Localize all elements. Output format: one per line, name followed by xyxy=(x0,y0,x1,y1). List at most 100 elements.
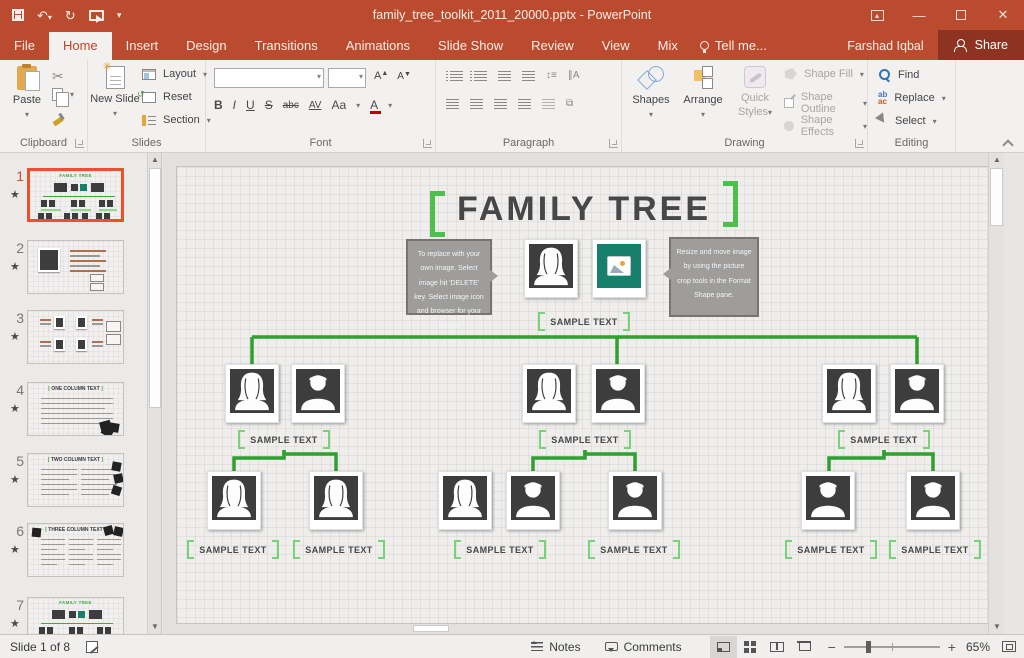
increase-indent-icon[interactable] xyxy=(522,71,535,81)
format-painter-icon[interactable] xyxy=(52,112,65,125)
thumbnail-slide-2[interactable] xyxy=(27,240,124,294)
justify-icon[interactable] xyxy=(518,99,531,109)
photo-man[interactable] xyxy=(906,471,960,530)
reset-button[interactable]: Reset xyxy=(142,91,192,103)
align-center-icon[interactable] xyxy=(470,99,483,109)
photo-man[interactable] xyxy=(890,364,944,423)
tab-insert[interactable]: Insert xyxy=(112,32,173,60)
slide-editing-area[interactable]: FAMILY TREE To replace with your own ima… xyxy=(176,166,992,624)
font-color-button[interactable]: A xyxy=(370,98,378,112)
sample-text-label[interactable]: SAMPLE TEXT xyxy=(187,539,279,560)
align-right-icon[interactable] xyxy=(494,99,507,109)
cut-icon[interactable]: ✂ xyxy=(52,68,64,85)
change-case-button[interactable]: Aa xyxy=(331,98,346,112)
thumbnail-slide-6[interactable]: [ THREE COLUMN TEXT ] xyxy=(27,523,124,577)
slide-sorter-view-button[interactable] xyxy=(737,636,764,658)
fit-slide-to-window-icon[interactable] xyxy=(1002,641,1016,652)
sample-text-label[interactable]: SAMPLE TEXT xyxy=(238,429,330,450)
callout-replace-image[interactable]: To replace with your own image. Select i… xyxy=(406,239,492,315)
horizontal-scrollbar-thumb[interactable] xyxy=(413,625,449,632)
convert-smartart-icon[interactable]: ⧉ xyxy=(566,98,573,109)
save-icon[interactable] xyxy=(12,9,24,21)
zoom-out-button[interactable]: − xyxy=(828,640,836,654)
shape-fill-button[interactable]: Shape Fill▾ xyxy=(784,68,864,80)
thumbnail-slide-5[interactable]: [ TWO COLUMN TEXT ] xyxy=(27,453,124,507)
zoom-level[interactable]: 65% xyxy=(966,640,990,654)
shape-outline-button[interactable]: Shape Outline▾ xyxy=(784,91,867,115)
numbering-icon[interactable] xyxy=(474,71,487,81)
font-size-combo[interactable] xyxy=(328,68,366,88)
sample-text-label[interactable]: SAMPLE TEXT xyxy=(785,539,877,560)
slideshow-view-button[interactable] xyxy=(791,636,818,658)
zoom-slider-thumb[interactable] xyxy=(866,641,871,653)
photo-man[interactable] xyxy=(608,471,662,530)
character-spacing-button[interactable]: AV xyxy=(309,100,322,111)
tab-transitions[interactable]: Transitions xyxy=(241,32,332,60)
font-name-combo[interactable] xyxy=(214,68,324,88)
clipboard-dialog-launcher[interactable] xyxy=(75,139,84,148)
callout-crop-tools[interactable]: Resize and move image by using the pictu… xyxy=(669,237,759,317)
font-dialog-launcher[interactable] xyxy=(423,139,432,148)
new-slide-button[interactable]: New Slide ▾ xyxy=(90,64,140,121)
text-direction-icon[interactable]: ∥A xyxy=(568,70,580,81)
photo-woman[interactable] xyxy=(822,364,876,423)
photo-woman[interactable] xyxy=(309,471,363,530)
slide-title[interactable]: FAMILY TREE xyxy=(177,181,991,237)
align-left-icon[interactable] xyxy=(446,99,459,109)
thumbnail-scrollbar[interactable]: ▲ ▼ xyxy=(147,153,161,634)
paragraph-dialog-launcher[interactable] xyxy=(609,139,618,148)
photo-woman[interactable] xyxy=(225,364,279,423)
thumbnail-slide-7[interactable]: FAMILY TREE xyxy=(27,597,124,634)
paste-button[interactable]: Paste▾ xyxy=(2,64,52,122)
photo-woman[interactable] xyxy=(522,364,576,423)
decrease-font-size-icon[interactable]: A▼ xyxy=(397,71,411,82)
section-button[interactable]: Section▾ xyxy=(142,114,211,126)
italic-button[interactable]: I xyxy=(233,98,236,112)
scroll-down-icon[interactable]: ▼ xyxy=(148,620,162,634)
vertical-scrollbar[interactable]: ▲ ▼ xyxy=(988,153,1004,634)
minimize-button[interactable]: — xyxy=(898,0,940,30)
shadow-strike-button[interactable]: S xyxy=(265,98,273,112)
undo-icon[interactable]: ↶▾ xyxy=(37,9,52,22)
customize-qat-icon[interactable]: ▾ xyxy=(117,11,122,20)
ribbon-display-options-button[interactable]: ▴ xyxy=(856,0,898,30)
photo-man[interactable] xyxy=(506,471,560,530)
underline-button[interactable]: U xyxy=(246,98,255,112)
account-user-name[interactable]: Farshad Iqbal xyxy=(833,33,937,60)
redo-icon[interactable]: ↻ xyxy=(65,9,76,22)
photo-man[interactable] xyxy=(801,471,855,530)
tell-me-box[interactable]: Tell me... xyxy=(692,32,779,60)
tab-review[interactable]: Review xyxy=(517,32,588,60)
comments-button[interactable]: Comments xyxy=(593,635,694,658)
collapse-ribbon-icon[interactable] xyxy=(1004,138,1012,146)
sample-text-label[interactable]: SAMPLE TEXT xyxy=(838,429,930,450)
sample-text-label[interactable]: SAMPLE TEXT xyxy=(588,539,680,560)
copy-icon[interactable] xyxy=(52,88,63,101)
columns-icon[interactable] xyxy=(542,99,555,109)
shape-effects-button[interactable]: Shape Effects▾ xyxy=(784,114,867,138)
thumbnail-slide-1[interactable]: FAMILY TREE xyxy=(27,168,124,222)
photo-woman[interactable] xyxy=(524,239,578,298)
zoom-slider[interactable] xyxy=(844,646,940,648)
zoom-in-button[interactable]: + xyxy=(948,640,956,654)
reading-view-button[interactable] xyxy=(764,636,791,658)
sample-text-label[interactable]: SAMPLE TEXT xyxy=(539,429,631,450)
thumbnail-slide-3[interactable] xyxy=(27,310,124,364)
proofing-icon[interactable] xyxy=(86,641,98,653)
bold-button[interactable]: B xyxy=(214,98,223,112)
photo-woman[interactable] xyxy=(207,471,261,530)
drawing-dialog-launcher[interactable] xyxy=(855,139,864,148)
tab-home[interactable]: Home xyxy=(49,32,112,60)
photo-man[interactable] xyxy=(591,364,645,423)
shapes-button[interactable]: Shapes▾ xyxy=(626,64,676,122)
line-spacing-icon[interactable]: ↕≡ xyxy=(546,70,557,81)
maximize-button[interactable] xyxy=(940,0,982,30)
scroll-up-icon[interactable]: ▲ xyxy=(989,153,1005,167)
sample-text-label[interactable]: SAMPLE TEXT xyxy=(889,539,981,560)
tab-view[interactable]: View xyxy=(588,32,644,60)
tab-mix[interactable]: Mix xyxy=(644,32,692,60)
share-button[interactable]: Share xyxy=(938,30,1024,60)
photo-man[interactable] xyxy=(291,364,345,423)
sample-text-label[interactable]: SAMPLE TEXT xyxy=(538,311,630,332)
thumbnail-slide-4[interactable]: [ ONE COLUMN TEXT ] xyxy=(27,382,124,436)
